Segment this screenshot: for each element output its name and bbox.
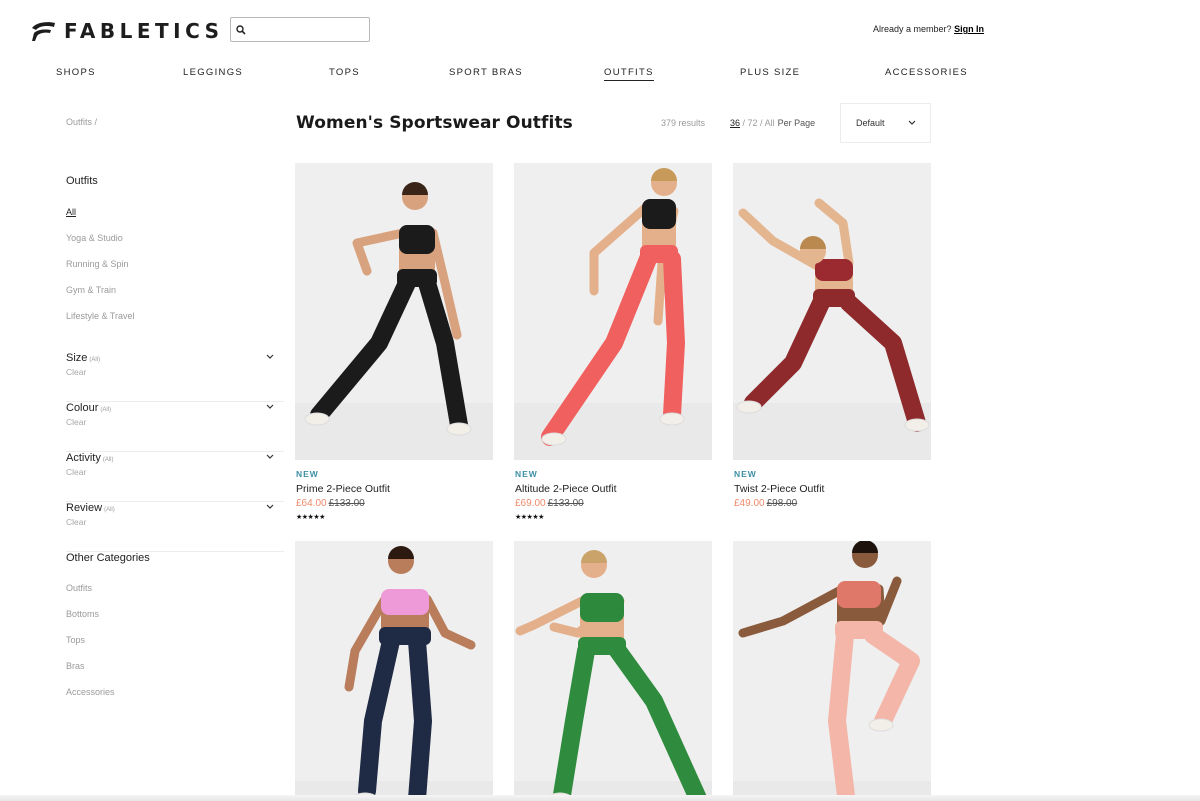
- sale-price: £69.00: [515, 498, 546, 509]
- nav-item-plus-size[interactable]: PLUS SIZE: [740, 67, 800, 78]
- original-price: £133.00: [547, 498, 584, 509]
- page-title: Women's Sportswear Outfits: [296, 113, 573, 133]
- product-image[interactable]: [733, 541, 931, 801]
- filter-colour[interactable]: Colour (All) Clear: [66, 402, 284, 452]
- brand-logo[interactable]: FABLETICS: [30, 19, 224, 43]
- sale-price: £49.00: [734, 498, 765, 509]
- filter-review-qualifier: (All): [104, 507, 115, 513]
- search-input[interactable]: [250, 19, 360, 40]
- sort-value: Default: [856, 118, 885, 128]
- page-fold-shadow: [0, 795, 1200, 801]
- search-icon[interactable]: [236, 24, 246, 35]
- product-image[interactable]: [733, 163, 931, 460]
- filter-size-label: Size: [66, 352, 88, 364]
- filter-size-qualifier: (All): [89, 357, 101, 363]
- filter-size[interactable]: Size (All) Clear: [66, 352, 284, 402]
- filter-activity-title: Activity (All): [66, 452, 114, 464]
- filter-sidebar: Outfits / Outfits All Yoga & Studio Runn…: [66, 117, 284, 697]
- per-page-separator: /: [740, 118, 748, 128]
- chevron-down-icon[interactable]: [266, 354, 274, 360]
- filter-activity[interactable]: Activity (All) Clear: [66, 452, 284, 502]
- chevron-down-icon: [908, 120, 916, 125]
- product-image[interactable]: [295, 541, 493, 801]
- other-link-bottoms[interactable]: Bottoms: [66, 609, 99, 619]
- filter-colour-title: Colour (All): [66, 402, 111, 414]
- results-count: 379 results: [661, 118, 706, 128]
- nav-item-leggings[interactable]: LEGGINGS: [183, 67, 243, 78]
- chevron-down-icon[interactable]: [266, 404, 274, 410]
- category-heading: Outfits: [66, 175, 98, 187]
- other-link-accessories[interactable]: Accessories: [66, 687, 115, 697]
- sort-dropdown[interactable]: Default: [840, 103, 931, 143]
- product-price: £49.00 £98.00: [734, 498, 797, 509]
- rating-stars: ★★★★★: [515, 514, 544, 521]
- filter-review[interactable]: Review (All) Clear: [66, 502, 284, 552]
- filter-activity-clear[interactable]: Clear: [66, 467, 86, 477]
- new-badge: NEW: [515, 469, 538, 479]
- filter-colour-clear[interactable]: Clear: [66, 417, 86, 427]
- category-link-lifestyle-travel[interactable]: Lifestyle & Travel: [66, 311, 135, 321]
- product-image[interactable]: [514, 541, 712, 801]
- other-categories-heading: Other Categories: [66, 552, 150, 564]
- original-price: £133.00: [328, 498, 365, 509]
- other-link-outfits[interactable]: Outfits: [66, 583, 92, 593]
- product-price: £69.00 £133.00: [515, 498, 584, 509]
- nav-item-shops[interactable]: SHOPS: [56, 67, 96, 78]
- filter-review-clear[interactable]: Clear: [66, 517, 86, 527]
- brand-mark-icon: [32, 22, 55, 41]
- other-link-bras[interactable]: Bras: [66, 661, 85, 671]
- filter-size-clear[interactable]: Clear: [66, 367, 86, 377]
- filter-size-title: Size (All): [66, 352, 100, 364]
- search-box[interactable]: [230, 17, 370, 42]
- filter-activity-label: Activity: [66, 452, 101, 464]
- member-prompt-text: Already a member?: [873, 24, 952, 34]
- main-nav: SHOPS LEGGINGS TOPS SPORT BRAS OUTFITS P…: [0, 67, 1200, 81]
- member-prompt: Already a member? Sign In: [873, 24, 984, 34]
- product-name[interactable]: Prime 2-Piece Outfit: [296, 483, 390, 495]
- per-page-option-72[interactable]: 72: [748, 118, 758, 128]
- product-price: £64.00 £133.00: [296, 498, 365, 509]
- new-badge: NEW: [296, 469, 319, 479]
- breadcrumb[interactable]: Outfits /: [66, 117, 284, 127]
- per-page-label: Per Page: [777, 118, 816, 128]
- product-name[interactable]: Twist 2-Piece Outfit: [734, 483, 824, 495]
- filter-review-label: Review: [66, 502, 103, 514]
- product-image[interactable]: [295, 163, 493, 460]
- nav-item-tops[interactable]: TOPS: [329, 67, 360, 78]
- brand-wordmark: FABLETICS: [64, 19, 224, 43]
- rating-stars: ★★★★★: [296, 514, 325, 521]
- nav-item-accessories[interactable]: ACCESSORIES: [885, 67, 968, 78]
- new-badge: NEW: [734, 469, 757, 479]
- filter-review-title: Review (All): [66, 502, 115, 514]
- nav-item-outfits[interactable]: OUTFITS: [604, 67, 654, 81]
- sale-price: £64.00: [296, 498, 327, 509]
- per-page-selector: 36 / 72 / All Per Page: [730, 118, 815, 128]
- sign-in-link[interactable]: Sign In: [954, 24, 984, 34]
- category-link-gym-train[interactable]: Gym & Train: [66, 285, 116, 295]
- filter-colour-qualifier: (All): [100, 407, 112, 413]
- per-page-separator: /: [757, 118, 765, 128]
- filter-colour-label: Colour: [66, 402, 99, 414]
- chevron-down-icon[interactable]: [266, 454, 274, 460]
- category-link-all[interactable]: All: [66, 207, 76, 217]
- product-image[interactable]: [514, 163, 712, 460]
- category-link-running-spin[interactable]: Running & Spin: [66, 259, 129, 269]
- original-price: £98.00: [766, 498, 798, 509]
- chevron-down-icon[interactable]: [266, 504, 274, 510]
- product-name[interactable]: Altitude 2-Piece Outfit: [515, 483, 617, 495]
- other-link-tops[interactable]: Tops: [66, 635, 85, 645]
- per-page-option-36[interactable]: 36: [730, 118, 740, 128]
- nav-item-sport-bras[interactable]: SPORT BRAS: [449, 67, 523, 78]
- category-link-yoga-studio[interactable]: Yoga & Studio: [66, 233, 123, 243]
- filter-activity-qualifier: (All): [102, 457, 114, 463]
- per-page-option-all[interactable]: All: [765, 118, 775, 128]
